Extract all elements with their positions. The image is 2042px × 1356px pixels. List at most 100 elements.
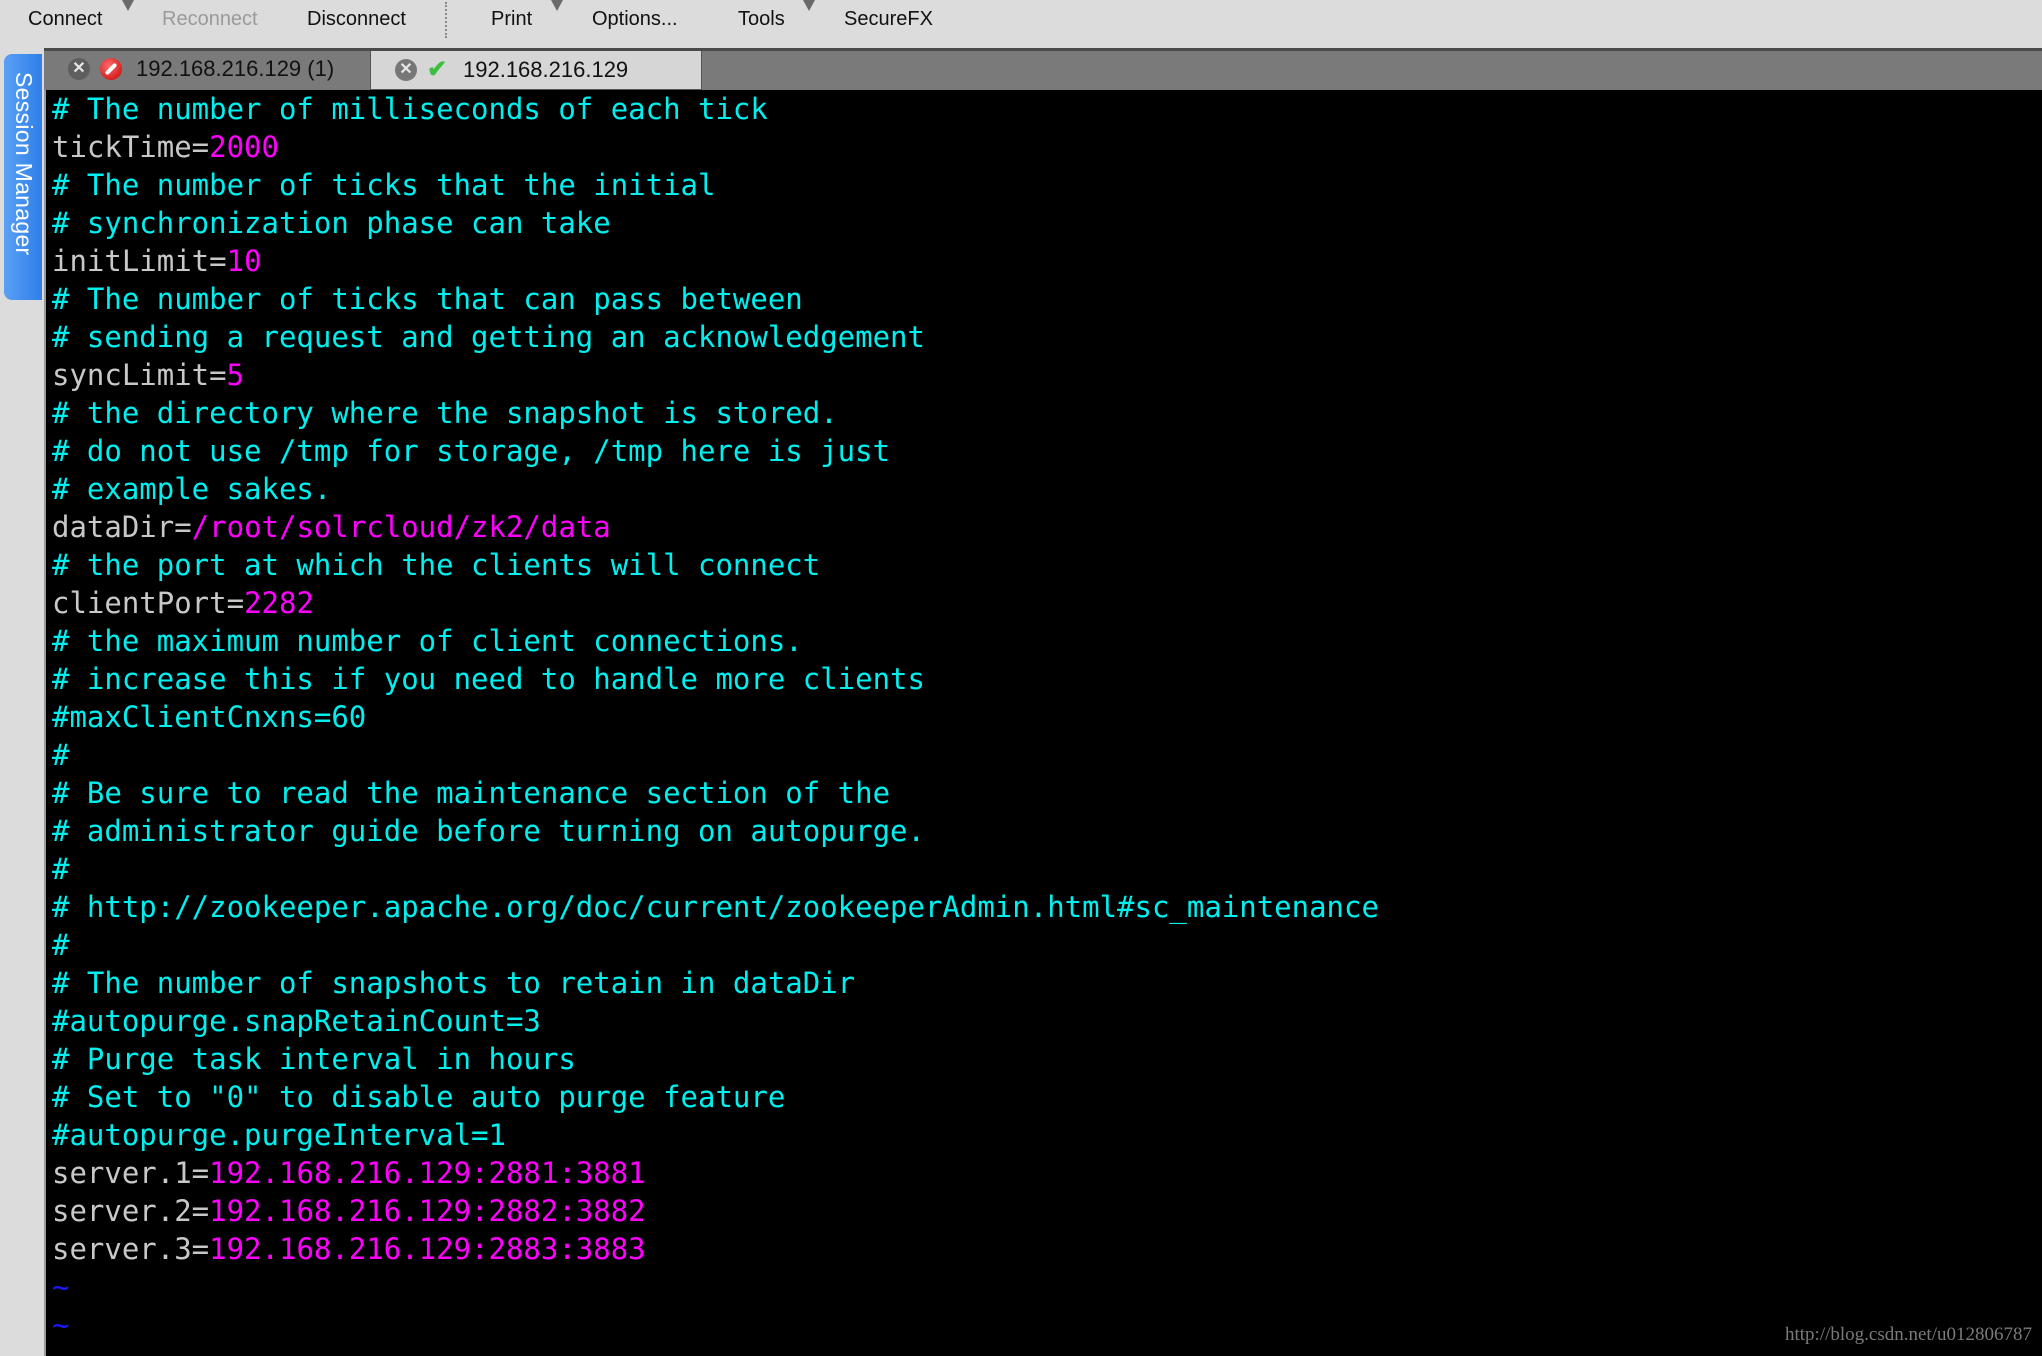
config-key: initLimit= (52, 244, 227, 278)
terminal-line: # (52, 850, 1379, 888)
comment-text: #autopurge.snapRetainCount=3 (52, 1004, 541, 1038)
toolbar-separator (445, 2, 447, 38)
reconnect-button: Reconnect (162, 8, 258, 30)
tools-button[interactable]: Tools (738, 8, 785, 31)
comment-text: #autopurge.purgeInterval=1 (52, 1118, 506, 1152)
terminal-line: # (52, 926, 1379, 964)
comment-text: # the directory where the snapshot is st… (52, 396, 838, 430)
terminal-line: # The number of ticks that can pass betw… (52, 280, 1379, 318)
error-icon (100, 58, 122, 80)
comment-text: #maxClientCnxns=60 (52, 700, 367, 734)
terminal-line: server.1=192.168.216.129:2881:3881 (52, 1154, 1379, 1192)
terminal-line: # increase this if you need to handle mo… (52, 660, 1379, 698)
terminal-screen[interactable]: # The number of milliseconds of each tic… (44, 90, 2042, 1356)
terminal-line: dataDir=/root/solrcloud/zk2/data (52, 508, 1379, 546)
terminal-line: # Set to "0" to disable auto purge featu… (52, 1078, 1379, 1116)
comment-text: # example sakes. (52, 472, 332, 506)
terminal-line: # sending a request and getting an ackno… (52, 318, 1379, 356)
terminal-line: ~ (52, 1306, 1379, 1344)
terminal-line: # Purge task interval in hours (52, 1040, 1379, 1078)
config-key: clientPort= (52, 586, 245, 620)
terminal-line: # (52, 736, 1379, 774)
comment-text: # the maximum number of client connectio… (52, 624, 803, 658)
terminal-line: # do not use /tmp for storage, /tmp here… (52, 432, 1379, 470)
terminal-line: # The number of milliseconds of each tic… (52, 90, 1379, 128)
terminal-line: #maxClientCnxns=60 (52, 698, 1379, 736)
config-key: server.3= (52, 1232, 210, 1266)
comment-text: # administrator guide before turning on … (52, 814, 925, 848)
connect-dropdown-arrow-icon[interactable] (122, 0, 134, 11)
config-value: 192.168.216.129:2882:3882 (209, 1194, 646, 1228)
comment-text: # (52, 928, 70, 962)
config-value: 192.168.216.129:2883:3883 (209, 1232, 646, 1266)
terminal-line: #autopurge.snapRetainCount=3 (52, 1002, 1379, 1040)
comment-text: # (52, 738, 70, 772)
terminal-line: # the maximum number of client connectio… (52, 622, 1379, 660)
terminal-line: # synchronization phase can take (52, 204, 1379, 242)
tab-label: 192.168.216.129 (463, 57, 629, 82)
terminal-line: #autopurge.purgeInterval=1 (52, 1116, 1379, 1154)
comment-text: # sending a request and getting an ackno… (52, 320, 925, 354)
close-icon[interactable]: ✕ (68, 58, 90, 80)
empty-line-tilde: ~ (52, 1270, 70, 1304)
empty-line-tilde: ~ (52, 1308, 70, 1342)
comment-text: # Be sure to read the maintenance sectio… (52, 776, 891, 810)
terminal-line: # the directory where the snapshot is st… (52, 394, 1379, 432)
config-value: 2000 (209, 130, 279, 164)
config-value: 10 (226, 244, 262, 278)
terminal-line: tickTime=2000 (52, 128, 1379, 166)
securefx-button[interactable]: SecureFX (844, 8, 933, 31)
print-button[interactable]: Print (491, 8, 532, 31)
comment-text: # Purge task interval in hours (52, 1042, 576, 1076)
tab-label: 192.168.216.129 (1) (136, 56, 335, 81)
comment-text: # synchronization phase can take (52, 206, 611, 240)
tab-session-1[interactable]: ✕ 192.168.216.129 (1) (44, 51, 370, 87)
check-icon: ✔ (427, 56, 448, 83)
terminal-line: ~ (52, 1268, 1379, 1306)
toolbar: Connect Reconnect Disconnect Print Optio… (0, 0, 2042, 48)
print-dropdown-arrow-icon[interactable] (551, 0, 563, 11)
config-value: /root/solrcloud/zk2/data (191, 510, 611, 544)
comment-text: # increase this if you need to handle mo… (52, 662, 925, 696)
terminal-line: # The number of ticks that the initial (52, 166, 1379, 204)
comment-text: # Set to "0" to disable auto purge featu… (52, 1080, 786, 1114)
tab-session-2[interactable]: ✕ ✔ 192.168.216.129 (370, 51, 702, 90)
comment-text: # The number of snapshots to retain in d… (52, 966, 856, 1000)
sidebar: Session Manager (0, 48, 44, 1356)
terminal-line: # administrator guide before turning on … (52, 812, 1379, 850)
tools-dropdown-arrow-icon[interactable] (803, 0, 815, 11)
connect-button[interactable]: Connect (28, 8, 103, 31)
comment-text: # The number of ticks that the initial (52, 168, 716, 202)
session-manager-label: Session Manager (11, 72, 37, 256)
config-value: 5 (226, 358, 245, 392)
comment-text: # the port at which the clients will con… (52, 548, 821, 582)
options-button[interactable]: Options... (592, 8, 678, 31)
disconnect-button[interactable]: Disconnect (307, 8, 406, 31)
terminal-line: server.2=192.168.216.129:2882:3882 (52, 1192, 1379, 1230)
config-value: 192.168.216.129:2881:3881 (209, 1156, 646, 1190)
session-manager-tab[interactable]: Session Manager (4, 54, 42, 300)
terminal-line: # example sakes. (52, 470, 1379, 508)
comment-text: # http://zookeeper.apache.org/doc/curren… (52, 890, 1379, 924)
comment-text: # do not use /tmp for storage, /tmp here… (52, 434, 891, 468)
config-key: server.2= (52, 1194, 210, 1228)
config-value: 2282 (244, 586, 314, 620)
config-key: dataDir= (52, 510, 192, 544)
tab-bar: ✕ 192.168.216.129 (1) ✕ ✔ 192.168.216.12… (44, 48, 2042, 90)
close-icon[interactable]: ✕ (395, 59, 417, 81)
terminal-line: syncLimit=5 (52, 356, 1379, 394)
terminal-line: # http://zookeeper.apache.org/doc/curren… (52, 888, 1379, 926)
terminal-line: server.3=192.168.216.129:2883:3883 (52, 1230, 1379, 1268)
comment-text: # The number of ticks that can pass betw… (52, 282, 803, 316)
terminal-line: clientPort=2282 (52, 584, 1379, 622)
terminal-line: # The number of snapshots to retain in d… (52, 964, 1379, 1002)
terminal-line: initLimit=10 (52, 242, 1379, 280)
terminal-lines: # The number of milliseconds of each tic… (52, 90, 1379, 1344)
terminal-line: # Be sure to read the maintenance sectio… (52, 774, 1379, 812)
config-key: syncLimit= (52, 358, 227, 392)
config-key: tickTime= (52, 130, 210, 164)
terminal-line: # the port at which the clients will con… (52, 546, 1379, 584)
config-key: server.1= (52, 1156, 210, 1190)
comment-text: # The number of milliseconds of each tic… (52, 92, 768, 126)
comment-text: # (52, 852, 70, 886)
